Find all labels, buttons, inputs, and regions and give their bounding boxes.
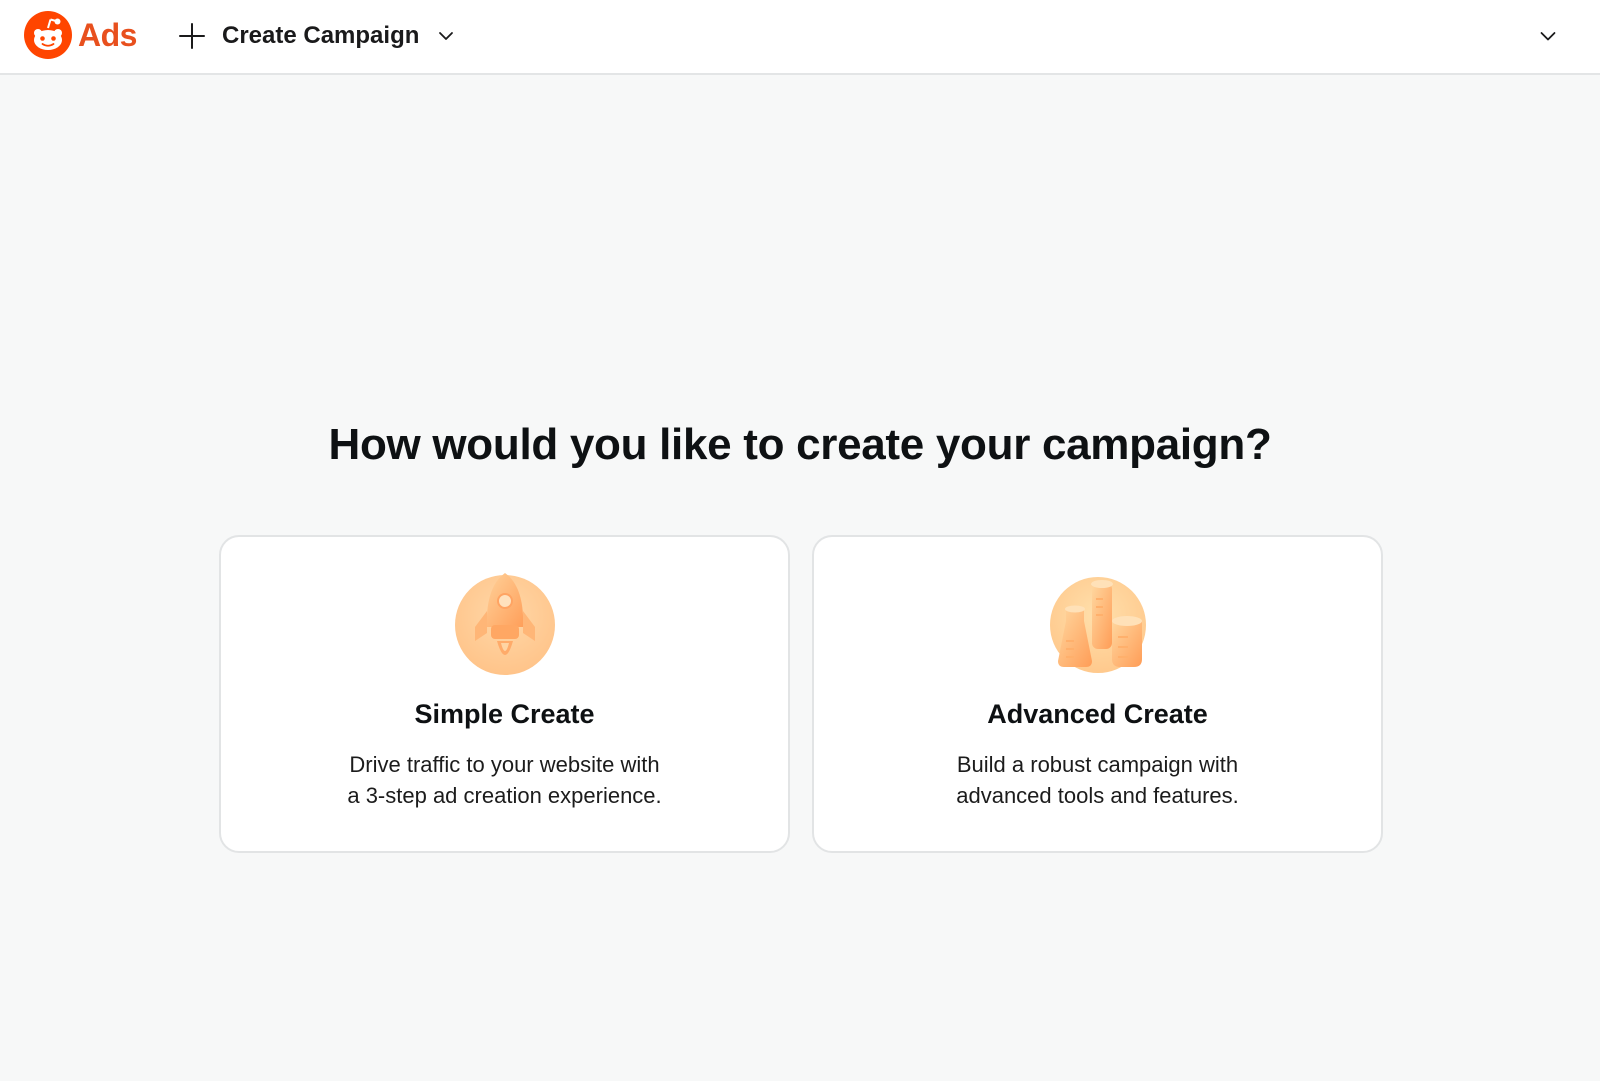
advanced-create-title: Advanced Create xyxy=(987,699,1208,729)
reddit-ads-logo[interactable]: Ads xyxy=(24,11,137,59)
advanced-create-description: Build a robust campaign with advanced to… xyxy=(814,749,1381,811)
simple-create-description-line: Drive traffic to your website with xyxy=(349,752,660,777)
rocket-icon xyxy=(454,573,555,675)
beakers-icon xyxy=(1049,577,1146,673)
logo-text: Ads xyxy=(78,16,137,53)
plus-icon xyxy=(179,23,205,49)
simple-create-option[interactable]: Simple Create Drive traffic to your webs… xyxy=(219,535,790,853)
create-campaign-label: Create Campaign xyxy=(222,22,420,49)
chevron-down-icon xyxy=(439,32,454,40)
simple-create-description: Drive traffic to your website with a 3-s… xyxy=(221,749,788,811)
advanced-create-option[interactable]: Advanced Create Build a robust campaign … xyxy=(812,535,1383,853)
advanced-create-description-line: advanced tools and features. xyxy=(956,783,1239,808)
page-title: How would you like to create your campai… xyxy=(328,420,1272,469)
top-navigation-bar: Ads Create Campaign xyxy=(0,0,1600,75)
simple-create-description-line: a 3-step ad creation experience. xyxy=(347,783,662,808)
account-chevron-down-icon[interactable] xyxy=(1538,26,1558,46)
simple-create-title: Simple Create xyxy=(414,699,595,729)
advanced-create-description-line: Build a robust campaign with xyxy=(956,752,1239,777)
reddit-alien-logo-icon xyxy=(24,11,72,59)
create-campaign-menu[interactable]: Create Campaign xyxy=(178,17,455,55)
